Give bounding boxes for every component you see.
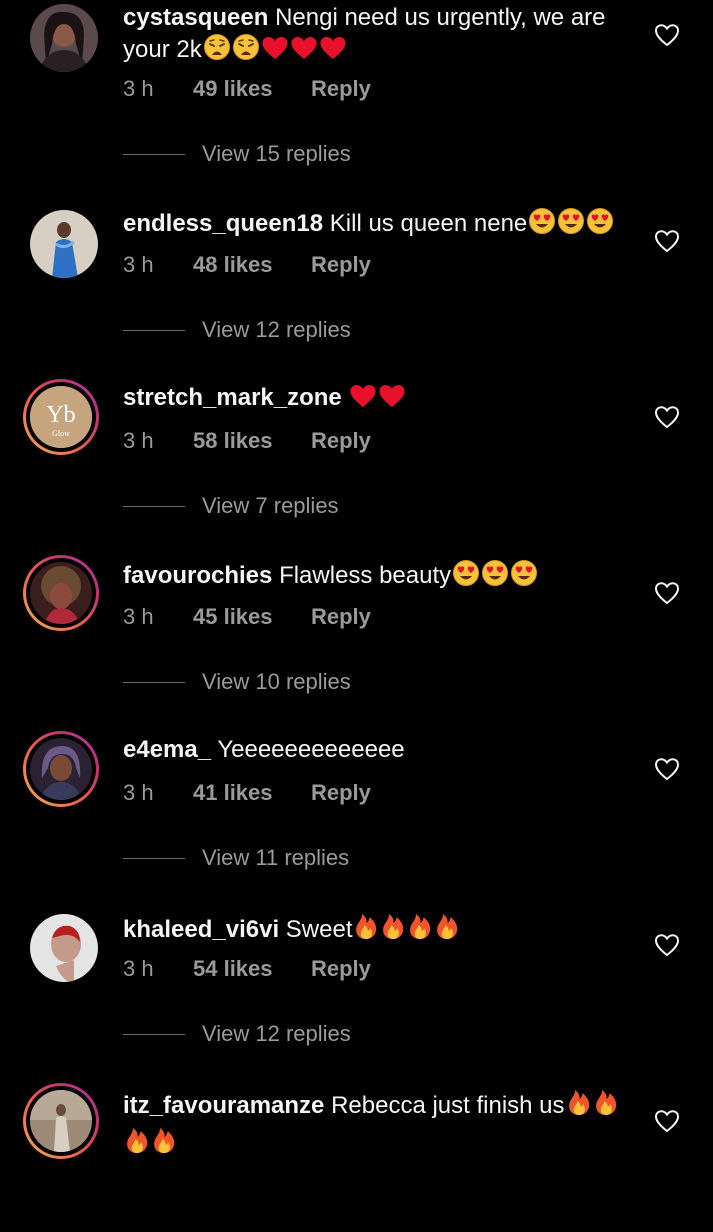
view-replies-label: View 10 replies [202,669,351,694]
likes-count[interactable]: 41 likes [193,780,273,806]
comment-text: endless_queen18 Kill us queen nene [123,207,633,243]
username[interactable]: e4ema_ [123,736,211,763]
timestamp: 3 h [123,76,154,101]
emoji-group [451,560,538,589]
username[interactable]: stretch_mark_zone [123,384,342,411]
fire-emoji [380,911,406,949]
comment-item: Yb Glow stretch_mark_zone 3 h 58 likes R… [0,352,713,528]
view-replies-label: View 15 replies [202,141,351,166]
heart-emoji [290,35,318,69]
avatar-logo-text: Yb [46,402,75,428]
timestamp: 3 h [123,428,154,453]
reply-button[interactable]: Reply [311,428,371,454]
replies-divider [123,682,185,683]
comment-body: Sweet [285,916,353,943]
comment-body: Flawless beauty [279,562,452,589]
emoji-group [348,384,406,411]
fire-emoji [407,911,433,949]
timestamp: 3 h [123,956,154,981]
username[interactable]: itz_favouramanze [123,1092,324,1119]
comment-text: khaleed_vi6vi Sweet [123,911,633,949]
fire-emoji [593,1087,619,1125]
timestamp: 3 h [123,780,154,805]
comment-body: Rebecca just finish us [331,1092,565,1119]
comment-item: itz_favouramanze Rebecca just finish us [0,1056,713,1232]
username[interactable]: cystasqueen [123,4,268,31]
view-replies-label: View 12 replies [202,317,351,342]
comment-text: stretch_mark_zone [123,383,633,417]
comment-text: cystasqueen Nengi need us urgently, we a… [123,3,633,69]
comment-item: favourochies Flawless beauty 3 h 45 like… [0,528,713,704]
heart-outline-icon[interactable] [654,23,680,47]
comment-item: e4ema_ Yeeeeeeeeeeeee 3 h 41 likes Reply… [0,704,713,880]
comment-item: endless_queen18 Kill us queen nene 3 h 4… [0,176,713,352]
comment-body: Yeeeeeeeeeeeee [217,736,405,763]
reply-button[interactable]: Reply [311,76,371,102]
replies-divider [123,154,185,155]
reply-button[interactable]: Reply [311,252,371,278]
heart-eyes-emoji [510,559,538,595]
fire-emoji [151,1125,177,1163]
heart-eyes-emoji [528,207,556,243]
weary-emoji [203,33,231,69]
avatar[interactable] [23,555,99,631]
comment-text: e4ema_ Yeeeeeeeeeeeee [123,735,633,765]
username[interactable]: khaleed_vi6vi [123,916,279,943]
heart-outline-icon[interactable] [654,933,680,957]
avatar[interactable] [30,4,98,72]
emoji-group [352,914,460,943]
fire-emoji [434,911,460,949]
heart-outline-icon[interactable] [654,405,680,429]
avatar-logo: Yb Glow [30,386,92,448]
likes-count[interactable]: 49 likes [193,76,273,102]
avatar[interactable]: Yb Glow [23,379,99,455]
heart-eyes-emoji [586,207,614,243]
heart-outline-icon[interactable] [654,757,680,781]
heart-eyes-emoji [452,559,480,595]
comment-item: cystasqueen Nengi need us urgently, we a… [0,0,713,176]
heart-outline-icon[interactable] [654,229,680,253]
replies-divider [123,330,185,331]
comment-text: itz_favouramanze Rebecca just finish us [123,1087,633,1163]
view-replies-label: View 12 replies [202,1021,351,1046]
replies-divider [123,1034,185,1035]
username[interactable]: favourochies [123,562,272,589]
heart-emoji [349,383,377,417]
avatar-logo-subtext: Glow [52,429,70,438]
likes-count[interactable]: 48 likes [193,252,273,278]
heart-emoji [378,383,406,417]
username[interactable]: endless_queen18 [123,210,323,237]
reply-button[interactable]: Reply [311,956,371,982]
timestamp: 3 h [123,252,154,277]
fire-emoji [353,911,379,949]
comment-item: khaleed_vi6vi Sweet 3 h 54 likes Reply V… [0,880,713,1056]
emoji-group [527,208,614,237]
reply-button[interactable]: Reply [311,780,371,806]
fire-emoji [124,1125,150,1163]
weary-emoji [232,33,260,69]
heart-eyes-emoji [557,207,585,243]
heart-outline-icon[interactable] [654,1109,680,1133]
avatar[interactable] [30,914,98,982]
heart-outline-icon[interactable] [654,581,680,605]
fire-emoji [566,1087,592,1125]
view-replies-label: View 11 replies [202,845,350,870]
reply-button[interactable]: Reply [311,604,371,630]
avatar[interactable] [30,210,98,278]
likes-count[interactable]: 45 likes [193,604,273,630]
replies-divider [123,858,185,859]
comment-text: favourochies Flawless beauty [123,559,633,595]
heart-emoji [319,35,347,69]
avatar[interactable] [23,1083,99,1159]
likes-count[interactable]: 58 likes [193,428,273,454]
view-replies-label: View 7 replies [202,493,339,518]
timestamp: 3 h [123,604,154,629]
emoji-group [202,34,347,63]
heart-emoji [261,35,289,69]
avatar[interactable] [23,731,99,807]
heart-eyes-emoji [481,559,509,595]
likes-count[interactable]: 54 likes [193,956,273,982]
replies-divider [123,506,185,507]
comment-body: Kill us queen nene [329,210,528,237]
